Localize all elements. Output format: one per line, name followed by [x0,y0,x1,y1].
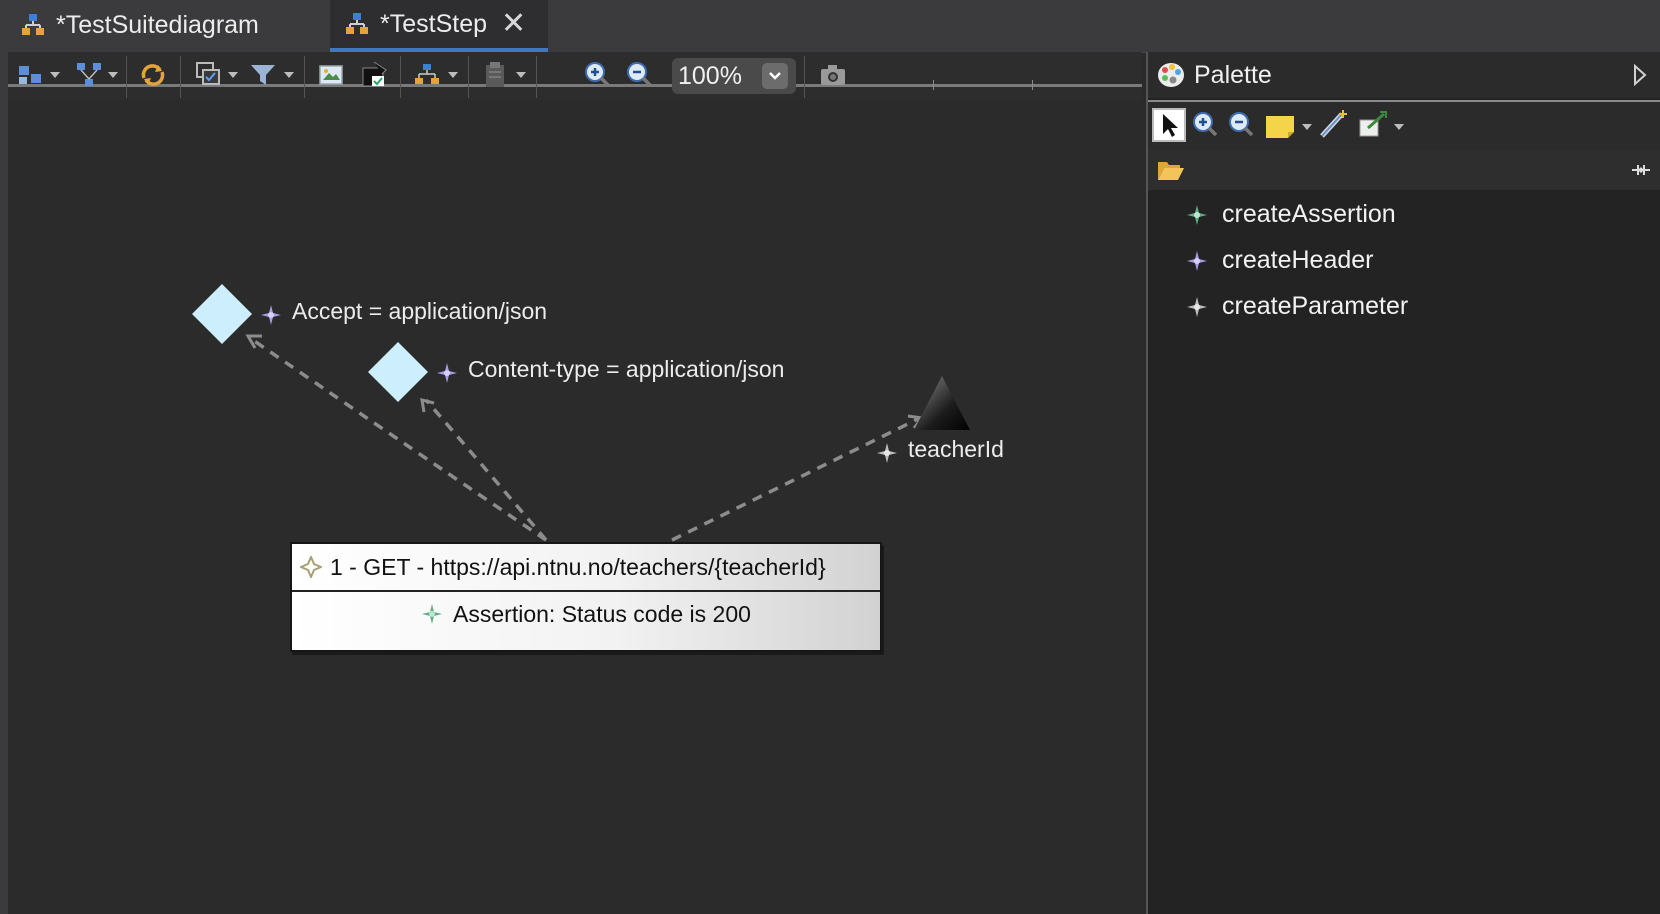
zoom-out-icon[interactable] [624,60,654,90]
toolbar-separator [804,56,805,98]
toolbar-separator [126,56,127,98]
request-step-title: 1 - GET - https://api.ntnu.no/teachers/{… [330,553,826,580]
tab-teststep[interactable]: *TestStep ✕ [330,0,548,52]
palette-entry-label: createAssertion [1222,200,1396,228]
chevron-down-icon[interactable] [516,72,526,78]
toolbar-separator [536,56,537,98]
arrowhead [420,397,435,413]
zoom-in-icon[interactable] [582,60,612,90]
paste-icon[interactable] [480,60,510,90]
editor-tab-bar: *TestSuitediagram *TestStep ✕ [0,0,1660,53]
select-tool[interactable] [1152,108,1186,142]
palette-entry-create-parameter[interactable]: createParameter [1186,292,1408,321]
parameter-icon [1187,296,1207,317]
header-icon [437,363,457,383]
zoom-select[interactable]: 100% [672,58,796,94]
pin-icon[interactable] [1630,163,1652,177]
palette-panel: Palette createAssertion createHeader cre… [1146,52,1660,914]
chevron-down-icon[interactable] [108,72,118,78]
request-step-title-row: 1 - GET - https://api.ntnu.no/teachers/{… [292,544,880,592]
header-icon [261,305,281,325]
camera-icon[interactable] [818,60,848,90]
refresh-icon[interactable] [138,60,168,90]
pointer-icon [1163,114,1178,137]
note-attachment-icon[interactable] [1358,110,1390,140]
export-image-icon[interactable] [316,60,346,90]
parameter-connection-teacherid [671,416,921,542]
palette-entry-label: createHeader [1222,246,1374,274]
chevron-down-icon[interactable] [1394,124,1404,130]
chevron-down-icon[interactable] [1302,124,1312,130]
assertion-label: Assertion: Status code is 200 [453,600,751,627]
close-icon[interactable]: ✕ [501,9,526,39]
zoom-in-icon[interactable] [1190,110,1220,140]
palette-tools [1148,100,1660,152]
palette-entry-create-assertion[interactable]: createAssertion [1186,200,1396,229]
parameter-node-triangle [914,376,970,430]
palette-entry-create-header[interactable]: createHeader [1186,246,1373,275]
diagram-icon [346,13,368,34]
header-label-content-type[interactable]: Content-type = application/json [468,356,784,383]
collapse-palette-icon[interactable] [1632,64,1648,86]
filter-icon[interactable] [248,60,278,90]
palette-header: Palette [1148,52,1660,98]
palette-icon [1158,63,1184,87]
tab-label: *TestSuitediagram [56,10,259,39]
chevron-down-icon[interactable] [228,72,238,78]
parameter-label-teacherid[interactable]: teacherId [908,436,1004,463]
toolbar-separator [468,56,469,98]
parameter-icon [877,443,897,463]
toolbar-separator [304,56,305,98]
ruler-tick [1032,80,1033,90]
diagram-connections [192,284,970,542]
validate-icon[interactable] [360,60,390,90]
header-node-accept-diamond [192,284,252,344]
assertion-icon [422,604,443,624]
assertion-icon [1187,204,1207,225]
toolbar-separator [400,56,401,98]
header-connection-content-type [424,398,548,542]
request-step-node[interactable]: 1 - GET - https://api.ntnu.no/teachers/{… [290,542,882,652]
toolbar-separator [180,56,181,98]
editor-left-border [0,52,8,914]
folder-open-icon [1158,162,1184,180]
zoom-value: 100% [678,61,742,90]
connection-tool-icon[interactable] [1318,108,1350,140]
header-node-content-type-diamond [368,342,428,402]
header-label-accept[interactable]: Accept = application/json [292,298,547,325]
palette-title: Palette [1194,60,1272,89]
arrange-all-icon[interactable] [74,60,104,90]
ruler-tick [933,80,934,90]
request-icon [300,556,322,578]
header-icon [1187,250,1207,271]
palette-drawer[interactable] [1148,150,1660,190]
chevron-down-icon[interactable] [284,72,294,78]
diagram-canvas[interactable]: Accept = application/json Content-type =… [8,100,1146,914]
chevron-down-icon[interactable] [448,72,458,78]
assertion-row[interactable]: Assertion: Status code is 200 [292,594,880,634]
zoom-out-icon[interactable] [1226,110,1256,140]
diagram-toolbar: 100% [8,52,1142,100]
tab-testsuitediagram[interactable]: *TestSuitediagram [0,0,328,50]
select-layers-icon[interactable] [194,60,224,90]
chevron-down-icon[interactable] [50,72,60,78]
palette-entry-label: createParameter [1222,292,1409,320]
toolbar-ruler-line [8,84,1142,87]
diagram-icon [22,14,44,35]
hierarchy-icon[interactable] [412,60,442,90]
tab-label: *TestStep [380,9,488,38]
note-icon[interactable] [1264,110,1296,140]
select-all-icon[interactable] [16,60,46,90]
chevron-down-icon[interactable] [762,63,788,89]
